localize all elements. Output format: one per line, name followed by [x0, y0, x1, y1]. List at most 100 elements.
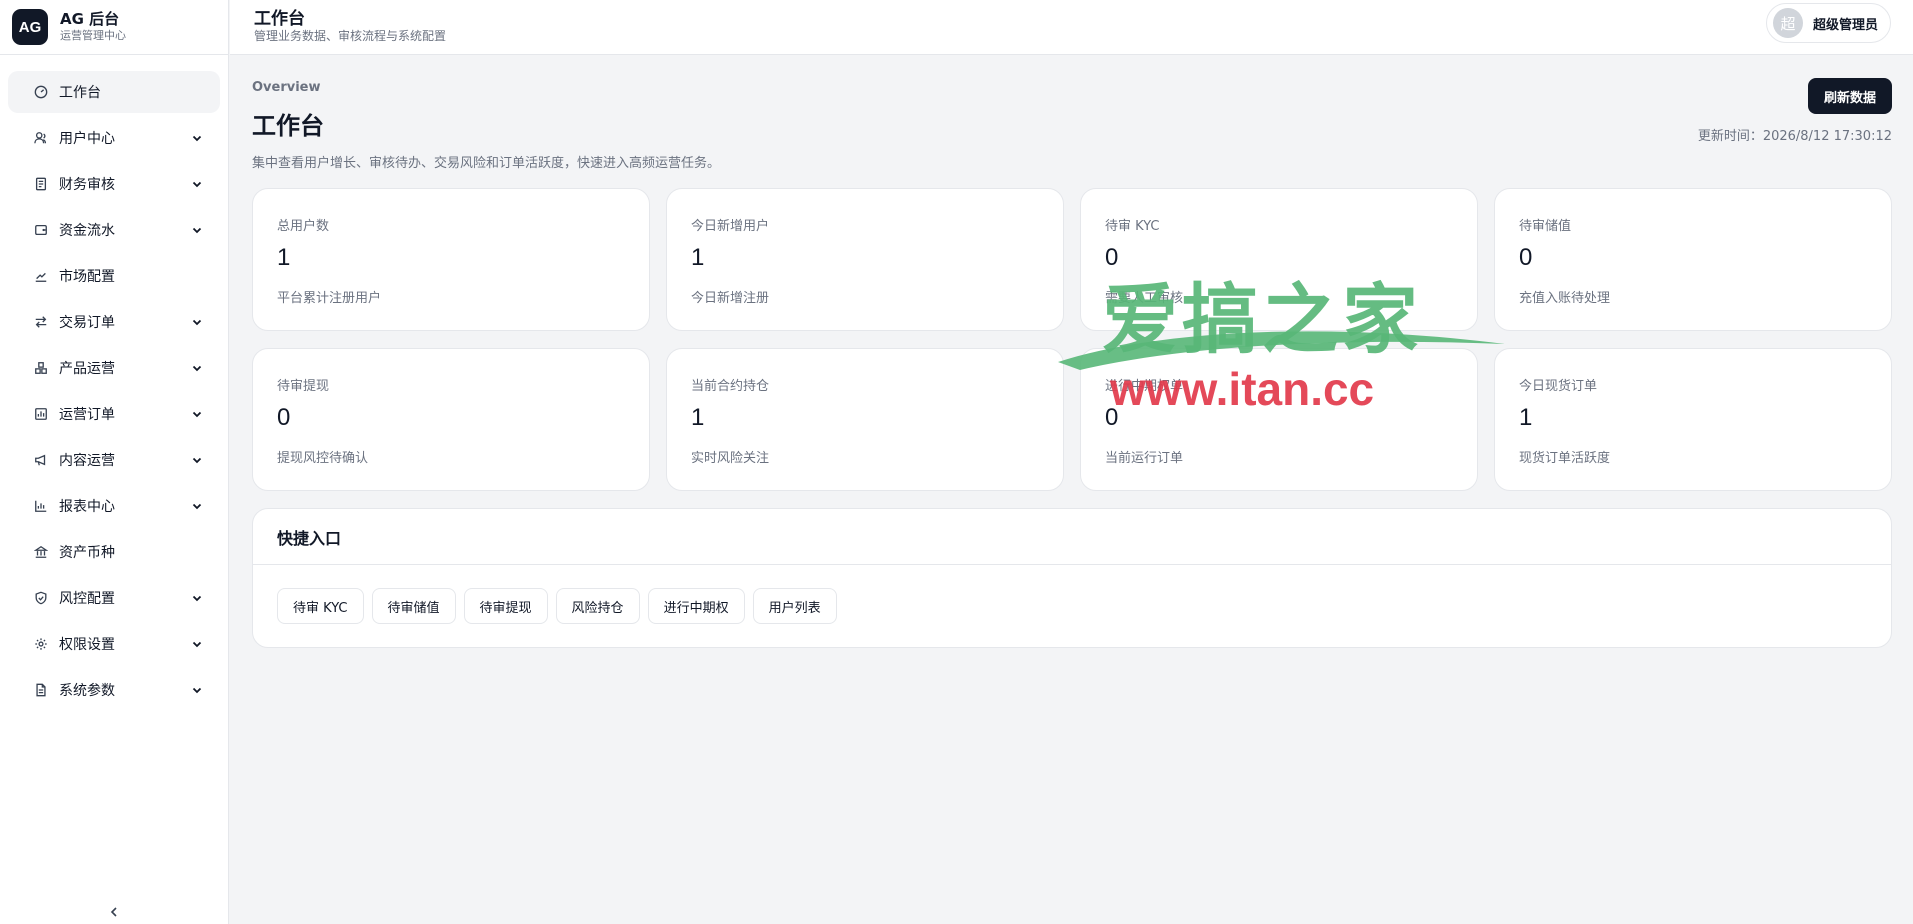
- gauge-icon: [32, 83, 50, 101]
- brand[interactable]: AG AG 后台 运营管理中心: [0, 0, 228, 55]
- quick-pending-kyc-button[interactable]: 待审 KYC: [277, 588, 364, 624]
- brand-subtitle: 运营管理中心: [60, 29, 126, 42]
- stat-value: 1: [277, 244, 291, 271]
- chevron-down-icon: [190, 131, 204, 145]
- chevron-down-icon: [190, 683, 204, 697]
- sidebar-item-product-ops[interactable]: 产品运营: [8, 347, 220, 389]
- receipt-icon: [32, 175, 50, 193]
- overview-label: Overview: [252, 80, 321, 95]
- stat-label: 待审储值: [1519, 219, 1572, 234]
- chevron-down-icon: [190, 499, 204, 513]
- stat-value: 0: [1105, 244, 1119, 271]
- sidebar-item-user-center[interactable]: 用户中心: [8, 117, 220, 159]
- stat-label: 当前合约持仓: [691, 379, 770, 394]
- sidebar-item-label: 运营订单: [59, 407, 115, 423]
- chevron-down-icon: [190, 637, 204, 651]
- quick-risk-positions-button[interactable]: 风险持仓: [555, 588, 640, 624]
- chevron-down-icon: [190, 453, 204, 467]
- gear-icon: [32, 635, 50, 653]
- sidebar-item-label: 市场配置: [59, 269, 115, 285]
- sidebar-item-label: 资产币种: [59, 545, 115, 561]
- sidebar-item-label: 系统参数: [59, 683, 115, 699]
- stat-card-pending-withdraw: 待审提现 0 提现风控待确认: [252, 348, 650, 491]
- stat-label: 今日现货订单: [1519, 379, 1598, 394]
- sidebar-item-market-config[interactable]: 市场配置: [8, 255, 220, 297]
- swap-icon: [32, 313, 50, 331]
- sidebar-item-ops-orders[interactable]: 运营订单: [8, 393, 220, 435]
- quick-access-panel: 快捷入口 待审 KYC 待审储值 待审提现 风险持仓 进行中期权 用户列表: [252, 508, 1892, 648]
- stat-value: 0: [1105, 404, 1119, 431]
- stat-value: 1: [691, 244, 705, 271]
- sidebar-item-system-params[interactable]: 系统参数: [8, 669, 220, 711]
- stat-card-active-options: 进行中期权单 0 当前运行订单: [1080, 348, 1478, 491]
- wallet-icon: [32, 221, 50, 239]
- sidebar-item-risk-config[interactable]: 风控配置: [8, 577, 220, 619]
- sidebar-collapse-button[interactable]: [102, 900, 126, 924]
- boxes-icon: [32, 359, 50, 377]
- header-subtitle: 管理业务数据、审核流程与系统配置: [254, 29, 447, 43]
- sidebar: AG AG 后台 运营管理中心 工作台 用户中心 财务审核 资金流水 市场配置 …: [0, 0, 229, 924]
- stats-grid: 总用户数 1 平台累计注册用户 今日新增用户 1 今日新增注册 待审 KYC 0…: [252, 188, 1892, 491]
- quick-access-buttons: 待审 KYC 待审储值 待审提现 风险持仓 进行中期权 用户列表: [253, 565, 1891, 647]
- chevron-down-icon: [190, 361, 204, 375]
- user-menu-button[interactable]: 超 超级管理员: [1765, 3, 1891, 43]
- sidebar-item-fund-flow[interactable]: 资金流水: [8, 209, 220, 251]
- bank-icon: [32, 543, 50, 561]
- sidebar-item-content-ops[interactable]: 内容运营: [8, 439, 220, 481]
- stat-card-total-users: 总用户数 1 平台累计注册用户: [252, 188, 650, 331]
- avatar: 超: [1772, 8, 1803, 38]
- stat-value: 1: [691, 404, 705, 431]
- sidebar-item-label: 工作台: [59, 85, 101, 101]
- stat-note: 今日新增注册: [691, 291, 770, 306]
- bar-chart-icon: [32, 497, 50, 515]
- stat-card-new-users-today: 今日新增用户 1 今日新增注册: [666, 188, 1064, 331]
- stat-card-pending-deposit: 待审储值 0 充值入账待处理: [1494, 188, 1892, 331]
- stat-note: 现货订单活跃度: [1519, 451, 1611, 466]
- sidebar-item-report-center[interactable]: 报表中心: [8, 485, 220, 527]
- sidebar-item-trade-orders[interactable]: 交易订单: [8, 301, 220, 343]
- stat-label: 进行中期权单: [1105, 379, 1184, 394]
- sidebar-item-label: 内容运营: [59, 453, 115, 469]
- sidebar-item-label: 权限设置: [59, 637, 115, 653]
- stat-label: 今日新增用户: [691, 219, 770, 234]
- stat-value: 1: [1519, 404, 1533, 431]
- sidebar-item-label: 风控配置: [59, 591, 115, 607]
- page-title: 工作台: [252, 112, 324, 140]
- refresh-data-button[interactable]: 刷新数据: [1807, 78, 1892, 114]
- stat-note: 需要人工审核: [1105, 291, 1184, 306]
- sidebar-item-dashboard[interactable]: 工作台: [8, 71, 220, 113]
- stat-card-pending-kyc: 待审 KYC 0 需要人工审核: [1080, 188, 1478, 331]
- sidebar-item-label: 报表中心: [59, 499, 115, 515]
- quick-access-title: 快捷入口: [253, 509, 1891, 565]
- chevron-down-icon: [190, 591, 204, 605]
- sidebar-item-label: 用户中心: [59, 131, 115, 147]
- quick-pending-deposit-button[interactable]: 待审储值: [371, 588, 456, 624]
- brand-title: AG 后台: [60, 10, 120, 28]
- chevron-left-icon: [108, 903, 120, 922]
- stat-note: 当前运行订单: [1105, 451, 1184, 466]
- quick-active-options-button[interactable]: 进行中期权: [647, 588, 745, 624]
- quick-pending-withdraw-button[interactable]: 待审提现: [463, 588, 548, 624]
- document-icon: [32, 681, 50, 699]
- stat-note: 实时风险关注: [691, 451, 770, 466]
- chevron-down-icon: [190, 407, 204, 421]
- sidebar-item-label: 财务审核: [59, 177, 115, 193]
- sidebar-item-permissions[interactable]: 权限设置: [8, 623, 220, 665]
- header-title: 工作台: [254, 9, 305, 29]
- stat-label: 待审提现: [277, 379, 330, 394]
- stat-note: 提现风控待确认: [277, 451, 369, 466]
- top-header: 工作台 管理业务数据、审核流程与系统配置 超 超级管理员: [230, 0, 1913, 55]
- quick-user-list-button[interactable]: 用户列表: [752, 588, 837, 624]
- updated-time: 更新时间：2026/8/12 17:30:12: [1697, 129, 1892, 144]
- sidebar-item-asset-currency[interactable]: 资产币种: [8, 531, 220, 573]
- page-description: 集中查看用户增长、审核待办、交易风险和订单活跃度，快速进入高频运营任务。: [252, 156, 721, 171]
- chevron-down-icon: [190, 315, 204, 329]
- sidebar-item-finance-review[interactable]: 财务审核: [8, 163, 220, 205]
- sidebar-item-label: 交易订单: [59, 315, 115, 331]
- megaphone-icon: [32, 451, 50, 469]
- brand-logo: AG: [12, 9, 48, 45]
- bar-chart-box-icon: [32, 405, 50, 423]
- chevron-down-icon: [190, 177, 204, 191]
- stat-value: 0: [1519, 244, 1533, 271]
- sidebar-nav: 工作台 用户中心 财务审核 资金流水 市场配置 交易订单 产品运营 运营订单 内…: [0, 55, 228, 711]
